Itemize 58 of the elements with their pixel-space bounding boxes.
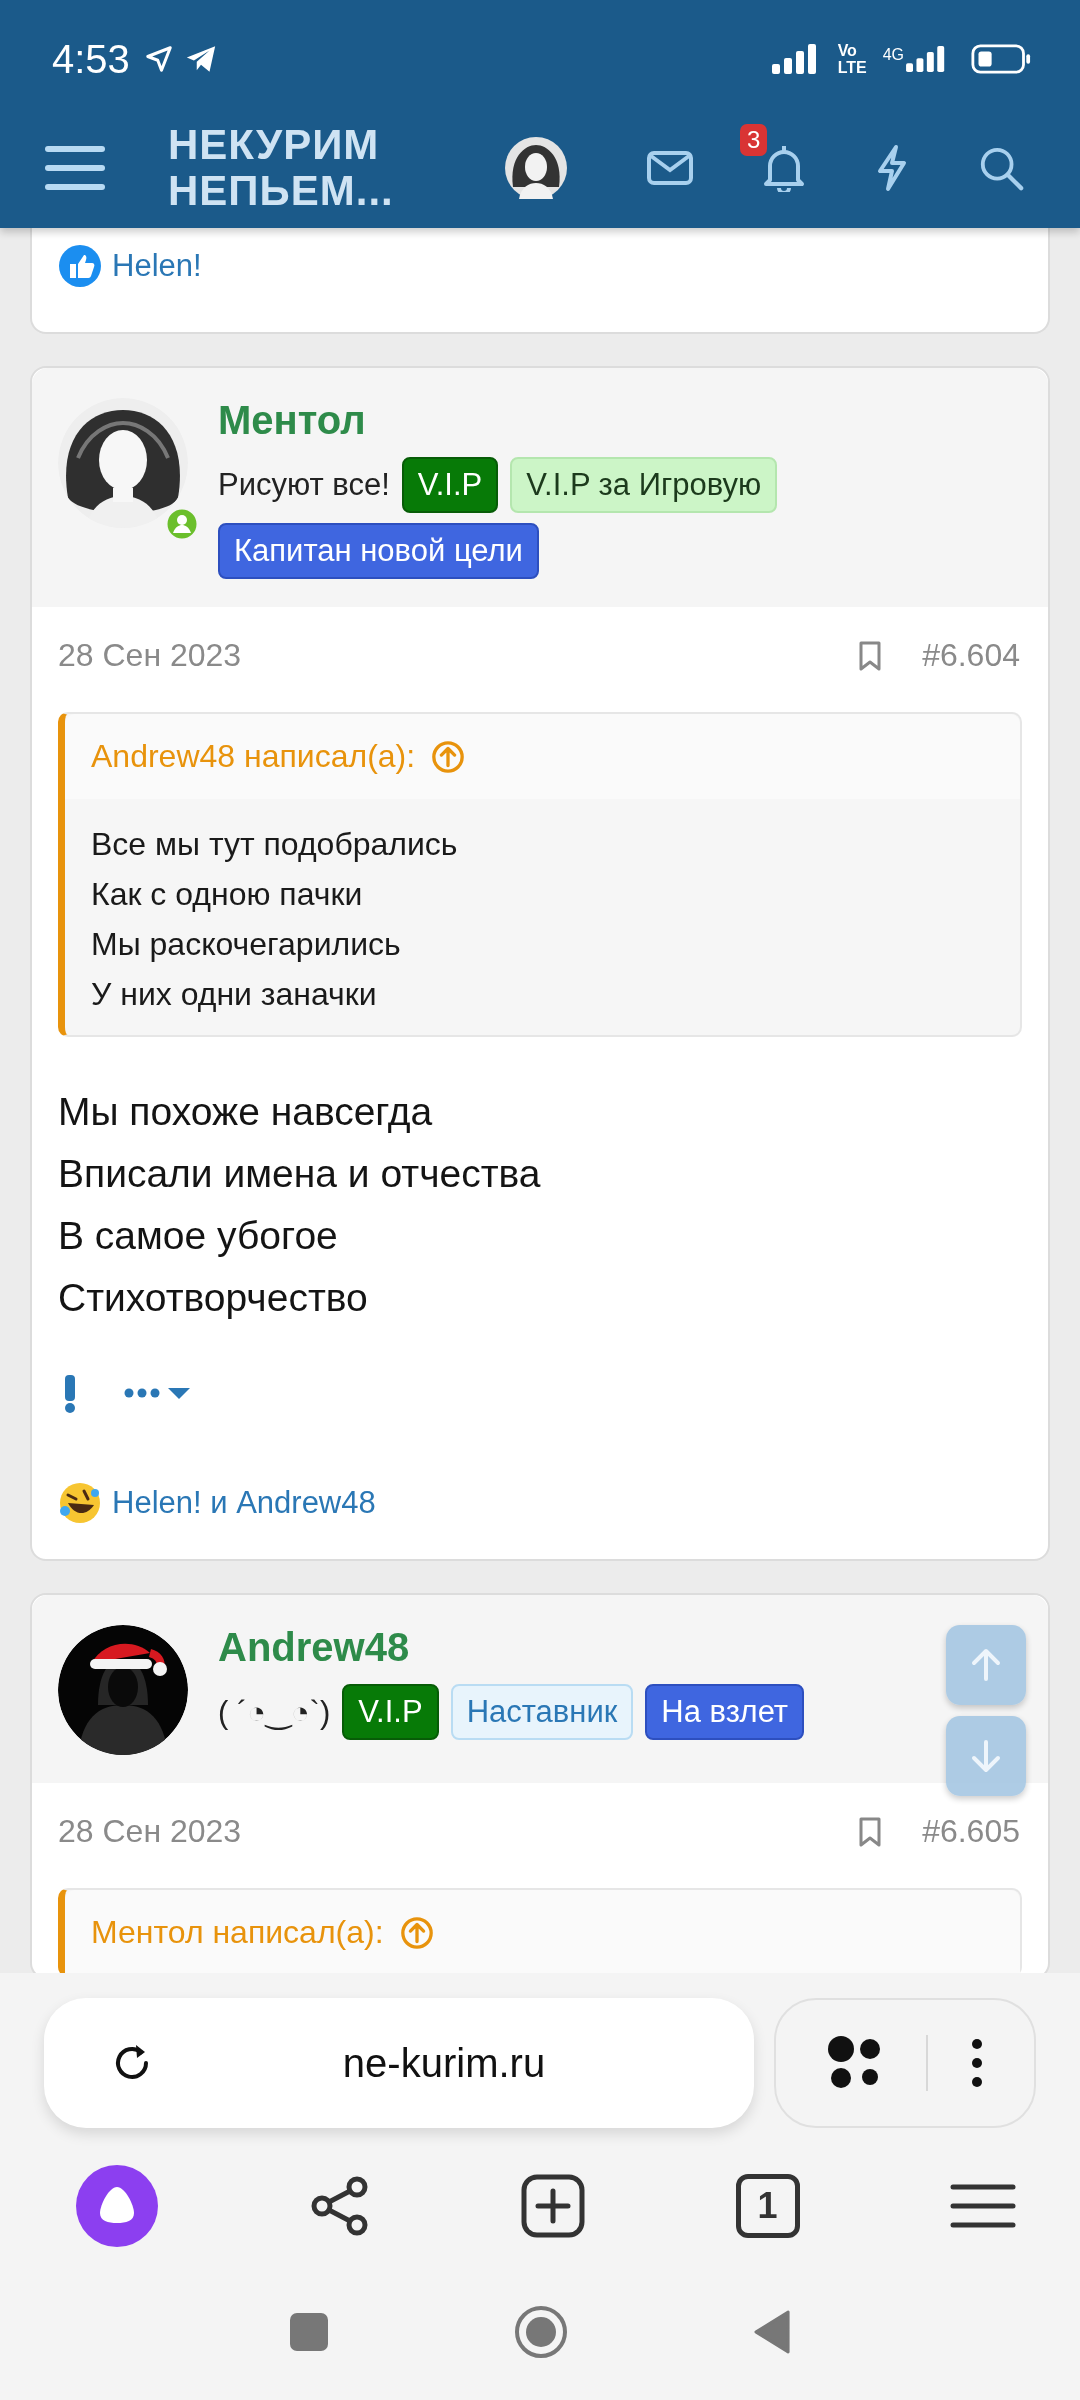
exclamation-icon[interactable] bbox=[64, 1373, 76, 1413]
quote-author[interactable]: Ментол написал(а): bbox=[91, 1914, 384, 1951]
user-title-badge: V.I.P bbox=[401, 457, 499, 513]
post-date[interactable]: 28 Сен 2023 bbox=[58, 637, 242, 674]
tabs-button[interactable]: 1 bbox=[735, 2173, 800, 2238]
user-signature: ( ´◔‿◔`) bbox=[218, 1693, 331, 1731]
mail-icon[interactable] bbox=[646, 150, 694, 186]
author-name[interactable]: Andrew48 bbox=[218, 1625, 805, 1670]
back-icon[interactable] bbox=[753, 2308, 791, 2355]
assistant-icon[interactable] bbox=[76, 2164, 158, 2247]
user-title-badge: V.I.P за Игровую bbox=[510, 457, 778, 513]
author-name[interactable]: Ментол bbox=[218, 398, 1022, 443]
post-text-line: В самое убогое bbox=[58, 1213, 339, 1259]
user-title-badge: V.I.P bbox=[342, 1684, 439, 1740]
site-logo-text[interactable]: НЕКУРИМ bbox=[168, 122, 394, 168]
user-signature: Рисуют все! bbox=[218, 467, 390, 503]
volte-label: Vo bbox=[837, 42, 858, 59]
bookmark-icon[interactable] bbox=[858, 1816, 883, 1847]
quote-line: У них одни заначки bbox=[91, 975, 378, 1014]
home-icon[interactable] bbox=[514, 2304, 568, 2359]
site-logo-text[interactable]: НЕПЬЕМ... bbox=[168, 168, 394, 214]
address-bar[interactable]: ne-kurim.ru bbox=[44, 1998, 754, 2128]
status-time: 4:53 bbox=[52, 36, 130, 82]
quote-line: Как с одною пачки bbox=[91, 875, 364, 914]
user-title-badge: Наставник bbox=[450, 1684, 634, 1740]
recent-apps-icon[interactable] bbox=[289, 2311, 329, 2352]
battery-icon bbox=[970, 44, 1032, 74]
up-arrow-circle-icon[interactable] bbox=[431, 739, 466, 774]
new-tab-icon[interactable] bbox=[521, 2173, 585, 2238]
quote-line: Мы раскочегарились bbox=[91, 925, 402, 964]
user-title-badge: На взлет bbox=[645, 1684, 805, 1740]
post-text-line: Вписали имена и отчества bbox=[58, 1151, 542, 1197]
post-date[interactable]: 28 Сен 2023 bbox=[58, 1813, 242, 1850]
post-text-line: Мы похоже навсегда bbox=[58, 1089, 434, 1135]
laughing-emoji-icon[interactable] bbox=[58, 1481, 102, 1525]
thumbs-up-icon[interactable] bbox=[58, 244, 102, 288]
lte-label: LTE bbox=[837, 59, 867, 76]
post-number[interactable]: #6.604 bbox=[922, 637, 1020, 674]
up-arrow-circle-icon[interactable] bbox=[399, 1915, 434, 1950]
kebab-menu-icon[interactable] bbox=[970, 2038, 983, 2088]
search-icon[interactable] bbox=[978, 145, 1024, 191]
reaction-users-link[interactable]: Helen! и Andrew48 bbox=[112, 1485, 376, 1521]
user-title-badge: Капитан новой цели bbox=[218, 523, 539, 579]
bell-icon[interactable] bbox=[762, 144, 806, 192]
post-number[interactable]: #6.605 bbox=[922, 1813, 1020, 1850]
signal-icon bbox=[771, 44, 818, 74]
signal-icon bbox=[906, 46, 946, 72]
post-text-line: Стихотворчество bbox=[58, 1275, 369, 1321]
bookmark-icon[interactable] bbox=[858, 640, 883, 671]
quote-line: Все мы тут подобрались bbox=[91, 825, 459, 864]
network-label: 4G bbox=[882, 46, 904, 64]
notification-count-badge: 3 bbox=[740, 124, 768, 156]
menu-icon[interactable] bbox=[45, 145, 105, 191]
location-arrow-icon bbox=[143, 44, 174, 74]
reaction-users-link[interactable]: Helen! bbox=[112, 248, 202, 284]
quote-author[interactable]: Andrew48 написал(а): bbox=[91, 738, 416, 775]
menu-icon[interactable] bbox=[950, 2182, 1016, 2229]
url-text: ne-kurim.ru bbox=[341, 2040, 547, 2086]
